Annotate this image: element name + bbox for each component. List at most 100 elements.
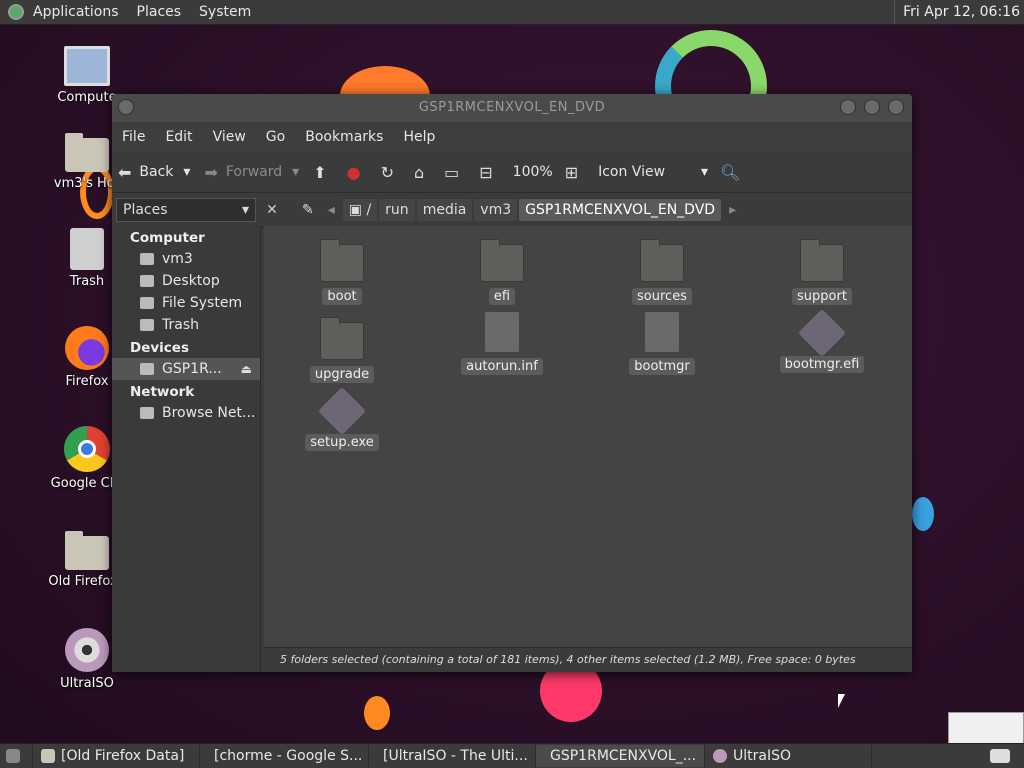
workspace-switcher[interactable] <box>982 745 1024 767</box>
applications-menu[interactable]: Applications <box>24 4 128 20</box>
computer-icon: ▭ <box>444 162 460 182</box>
sidebar-item-vm3[interactable]: vm3 <box>112 248 260 270</box>
folder-icon <box>480 239 524 282</box>
folder-icon <box>800 239 844 282</box>
folder-icon <box>65 531 109 570</box>
file-item-boot[interactable]: boot <box>282 238 402 305</box>
executable-icon <box>797 308 847 358</box>
mouse-cursor-icon <box>838 694 845 708</box>
edit-location-button[interactable]: ✎ <box>296 199 320 221</box>
trash-icon <box>70 228 104 270</box>
breadcrumb-root[interactable]: ▣ / <box>342 199 378 221</box>
forward-button[interactable]: ➡ Forward <box>204 163 282 182</box>
taskbar-item-file-manager[interactable]: GSP1RMCENXVOL_... <box>536 745 705 767</box>
file-item-setup[interactable]: setup.exe <box>282 386 402 451</box>
menu-bookmarks[interactable]: Bookmarks <box>295 129 393 145</box>
zoom-in-button[interactable]: ⊞ <box>565 163 586 182</box>
sidebar-heading-network: Network <box>130 384 195 400</box>
breadcrumb-vm3[interactable]: vm3 <box>474 199 518 221</box>
toolbar: ⬅ Back ▾ ➡ Forward ▾ ⬆ ● ↻ ⌂ ▭ ⊟ 100% ⊞ Ic… <box>112 152 912 193</box>
taskbar-item-ultraiso-firefox[interactable]: [UltraISO - The Ulti... <box>369 745 536 767</box>
up-button[interactable]: ⬆ <box>313 163 334 182</box>
file-item-sources[interactable]: sources <box>602 238 722 305</box>
home-icon <box>140 253 154 265</box>
desktop-icon-label: Trash <box>69 274 105 289</box>
chevron-down-icon: ▾ <box>241 202 249 218</box>
maximize-button[interactable] <box>864 99 880 115</box>
show-desktop-button[interactable] <box>0 745 33 767</box>
location-bar: Places ▾ ✕ ✎ ◂ ▣ / run media vm3 GSP1RMC… <box>112 193 912 228</box>
folder-icon <box>320 239 364 282</box>
back-button[interactable]: ⬅ Back <box>118 163 173 182</box>
minimize-button[interactable] <box>840 99 856 115</box>
window-menu-button[interactable] <box>118 99 134 115</box>
breadcrumb-media[interactable]: media <box>416 199 473 221</box>
breadcrumb-run[interactable]: run <box>379 199 415 221</box>
file-item-bootmgr-efi[interactable]: bootmgr.efi <box>762 308 882 373</box>
taskbar-item-old-firefox[interactable]: [Old Firefox Data] <box>33 745 200 767</box>
sidebar-heading-computer: Computer <box>130 230 205 246</box>
sidebar-item-desktop[interactable]: Desktop <box>112 270 260 292</box>
document-icon <box>485 312 519 352</box>
taskbar-item-ultraiso[interactable]: UltraISO <box>705 745 872 767</box>
eject-icon[interactable]: ⏏ <box>241 362 252 376</box>
breadcrumb-current[interactable]: GSP1RMCENXVOL_EN_DVD <box>519 199 722 221</box>
forward-history-dropdown[interactable]: ▾ <box>292 164 299 180</box>
breadcrumb-left-arrow[interactable]: ◂ <box>322 199 341 221</box>
ultraiso-icon <box>65 628 109 672</box>
clock[interactable]: Fri Apr 12, 06:16 <box>894 0 1020 24</box>
drive-icon: ▣ <box>348 202 362 218</box>
sidebar-places-select[interactable]: Places ▾ <box>116 198 256 222</box>
executable-icon <box>317 386 367 436</box>
close-sidebar-icon[interactable]: ✕ <box>262 202 282 218</box>
desktop-icon-label: vm3's Hor <box>53 176 121 191</box>
back-history-dropdown[interactable]: ▾ <box>183 164 190 180</box>
stop-button[interactable]: ● <box>347 163 369 182</box>
file-item-support[interactable]: support <box>762 238 882 305</box>
sidebar-item-trash[interactable]: Trash <box>112 314 260 336</box>
firefox-icon <box>65 326 109 370</box>
mate-logo-icon[interactable] <box>8 4 24 20</box>
sidebar-item-dvd[interactable]: GSP1R... ⏏ <box>112 358 260 380</box>
menu-help[interactable]: Help <box>393 129 445 145</box>
desktop-icon-label: UltraISO <box>60 676 114 691</box>
status-bar: 5 folders selected (containing a total o… <box>264 647 912 672</box>
decor-blob <box>912 497 934 531</box>
menu-edit[interactable]: Edit <box>155 129 202 145</box>
places-menu[interactable]: Places <box>128 4 191 20</box>
desktop-icon-label: Firefox <box>65 374 109 389</box>
menu-go[interactable]: Go <box>256 129 295 145</box>
back-arrow-icon: ⬅ <box>118 162 132 182</box>
reload-button[interactable]: ↻ <box>381 163 402 182</box>
trash-icon <box>140 319 154 331</box>
show-desktop-icon <box>6 749 20 763</box>
folder-icon <box>640 239 684 282</box>
taskbar-item-chrome[interactable]: [chorme - Google S... <box>200 745 369 767</box>
system-menu[interactable]: System <box>190 4 260 20</box>
file-item-upgrade[interactable]: upgrade <box>282 316 402 383</box>
close-button[interactable] <box>888 99 904 115</box>
home-button[interactable]: ⌂ <box>414 163 432 182</box>
menu-view[interactable]: View <box>203 129 256 145</box>
view-mode-select[interactable]: Icon View ▾ <box>598 164 708 180</box>
file-item-bootmgr[interactable]: bootmgr <box>602 312 722 375</box>
taskbar: [Old Firefox Data] [chorme - Google S...… <box>0 743 1024 768</box>
file-view[interactable]: boot efi sources support upgrade autorun… <box>264 226 912 648</box>
drive-icon <box>140 297 154 309</box>
sidebar: Computer vm3 Desktop File System Trash D… <box>112 226 261 672</box>
sidebar-item-browse-network[interactable]: Browse Net... <box>112 402 260 424</box>
computer-button[interactable]: ▭ <box>444 163 467 182</box>
file-item-efi[interactable]: efi <box>442 238 562 305</box>
menu-file[interactable]: File <box>112 129 155 145</box>
zoom-level[interactable]: 100% <box>513 164 553 180</box>
stop-icon: ● <box>346 162 361 182</box>
zoom-out-icon: ⊟ <box>479 162 493 182</box>
breadcrumb-right-arrow[interactable]: ▸ <box>723 199 742 221</box>
sidebar-item-file-system[interactable]: File System <box>112 292 260 314</box>
file-item-autorun[interactable]: autorun.inf <box>442 312 562 375</box>
search-button[interactable]: 🔍︎ <box>720 163 748 182</box>
document-icon <box>645 312 679 352</box>
workspace-icon <box>990 749 1010 763</box>
zoom-out-button[interactable]: ⊟ <box>479 163 500 182</box>
window-titlebar[interactable]: GSP1RMCENXVOL_EN_DVD <box>112 94 912 122</box>
